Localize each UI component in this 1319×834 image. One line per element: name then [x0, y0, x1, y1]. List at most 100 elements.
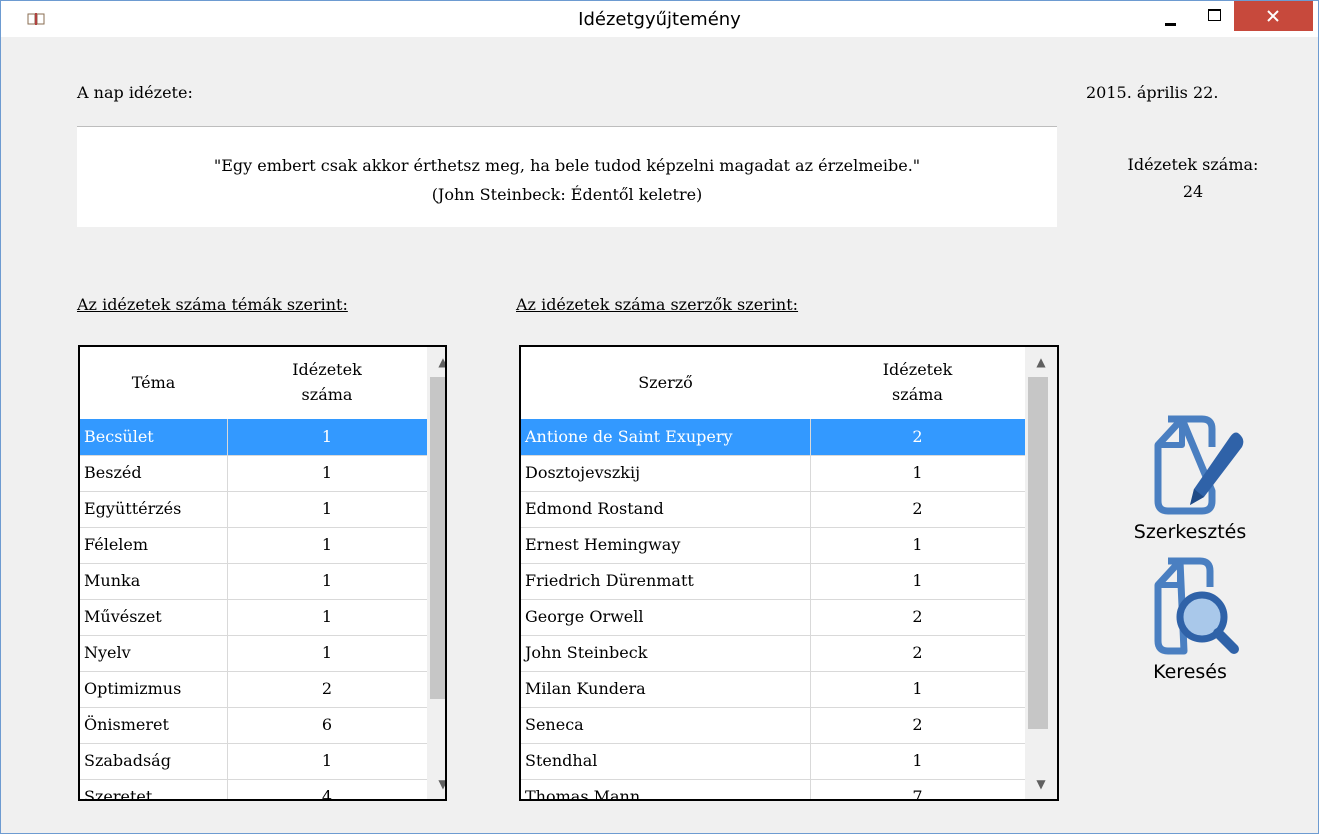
- cell-name: Félelem: [84, 535, 149, 554]
- authors-scroll-up[interactable]: ▲: [1025, 347, 1057, 377]
- main-content: A nap idézete: 2015. április 22. "Egy em…: [9, 37, 1310, 825]
- search-button[interactable]: Keresés: [1102, 557, 1278, 683]
- cell-count: 1: [912, 571, 923, 590]
- cell-count: 1: [912, 463, 923, 482]
- table-row[interactable]: Együttérzés 1: [80, 491, 427, 528]
- search-label: Keresés: [1153, 661, 1227, 683]
- authors-scroll-down[interactable]: ▼: [1025, 769, 1057, 799]
- table-row[interactable]: Seneca 2: [521, 707, 1025, 744]
- cell-name: Becsület: [84, 427, 154, 446]
- table-row[interactable]: George Orwell 2: [521, 599, 1025, 636]
- topics-scroll-thumb[interactable]: [430, 377, 445, 699]
- cell-name: Munka: [84, 571, 141, 590]
- cell-name: Szabadság: [84, 751, 171, 770]
- maximize-button[interactable]: [1194, 1, 1234, 31]
- cell-name: Milan Kundera: [525, 679, 646, 698]
- table-row[interactable]: Szabadság 1: [80, 743, 427, 780]
- close-button[interactable]: [1234, 1, 1313, 31]
- cell-name: Szeretet: [84, 787, 153, 801]
- cell-name: Dosztojevszkij: [525, 463, 641, 482]
- table-row[interactable]: Edmond Rostand 2: [521, 491, 1025, 528]
- title-bar[interactable]: Idézetgyűjtemény: [1, 1, 1318, 37]
- topics-header: Téma Idézetek száma: [80, 347, 427, 417]
- document-magnifier-icon: [1154, 557, 1239, 655]
- table-row[interactable]: John Steinbeck 2: [521, 635, 1025, 672]
- cell-name: George Orwell: [525, 607, 644, 626]
- edit-button[interactable]: Szerkesztés: [1102, 413, 1278, 543]
- topics-scroll-up[interactable]: ▲: [427, 347, 445, 377]
- table-row[interactable]: Önismeret 6: [80, 707, 427, 744]
- topics-col-count[interactable]: Idézetek száma: [227, 347, 427, 417]
- quote-text: "Egy embert csak akkor érthetsz meg, ha …: [213, 156, 921, 175]
- cell-count: 2: [912, 427, 923, 446]
- table-row[interactable]: Művészet 1: [80, 599, 427, 636]
- authors-table[interactable]: Szerző Idézetek száma Antione de Saint E…: [519, 345, 1059, 801]
- table-row[interactable]: Optimizmus 2: [80, 671, 427, 708]
- table-row[interactable]: Munka 1: [80, 563, 427, 600]
- table-row[interactable]: Milan Kundera 1: [521, 671, 1025, 708]
- app-window: Idézetgyűjtemény A nap idézete: 2015. áp…: [0, 0, 1319, 834]
- table-row[interactable]: Stendhal 1: [521, 743, 1025, 780]
- daily-quote-label: A nap idézete:: [77, 83, 193, 102]
- table-row[interactable]: Szeretet 4: [80, 779, 427, 801]
- cell-count: 2: [912, 715, 923, 734]
- cell-name: Nyelv: [84, 643, 131, 662]
- cell-count: 1: [321, 499, 333, 518]
- table-row[interactable]: Becsület 1: [80, 419, 427, 456]
- close-icon: [1267, 10, 1279, 22]
- cell-name: Optimizmus: [84, 679, 182, 698]
- cell-name: Edmond Rostand: [525, 499, 664, 518]
- cell-name: John Steinbeck: [525, 643, 648, 662]
- authors-col-author[interactable]: Szerző: [521, 347, 810, 417]
- cell-name: Művészet: [84, 607, 162, 626]
- quote-count-label: Idézetek száma:: [1127, 155, 1259, 174]
- cell-count: 1: [321, 571, 333, 590]
- authors-col-divider: [810, 419, 811, 799]
- table-row[interactable]: Beszéd 1: [80, 455, 427, 492]
- cell-count: 1: [321, 427, 333, 446]
- table-row[interactable]: Nyelv 1: [80, 635, 427, 672]
- date-label: 2015. április 22.: [1086, 83, 1219, 102]
- authors-scrollbar[interactable]: ▲ ▼: [1025, 347, 1057, 799]
- cell-count: 1: [321, 607, 333, 626]
- topics-table[interactable]: Téma Idézetek száma Becsület 1 Beszéd 1 Együ…: [78, 345, 447, 801]
- authors-caption: Az idézetek száma szerzők szerint:: [516, 295, 799, 314]
- cell-count: 2: [912, 643, 923, 662]
- topics-scroll-down[interactable]: ▼: [427, 769, 445, 799]
- topics-scrollbar[interactable]: ▲ ▼: [427, 347, 445, 799]
- minimize-icon: [1165, 23, 1176, 26]
- cell-count: 1: [321, 643, 333, 662]
- cell-name: Beszéd: [84, 463, 142, 482]
- table-row[interactable]: Dosztojevszkij 1: [521, 455, 1025, 492]
- topics-caption: Az idézetek száma témák szerint:: [77, 295, 348, 314]
- cell-count: 2: [912, 607, 923, 626]
- topics-col-topic[interactable]: Téma: [80, 347, 227, 417]
- table-row[interactable]: Thomas Mann 7: [521, 779, 1025, 801]
- table-row[interactable]: Friedrich Dürenmatt 1: [521, 563, 1025, 600]
- window-title: Idézetgyűjtemény: [578, 9, 741, 30]
- maximize-icon: [1208, 9, 1221, 21]
- minimize-button[interactable]: [1148, 1, 1194, 31]
- table-row[interactable]: Félelem 1: [80, 527, 427, 564]
- cell-name: Thomas Mann: [525, 787, 641, 801]
- quote-source: (John Steinbeck: Édentől keletre): [431, 185, 703, 204]
- cell-count: 1: [912, 751, 923, 770]
- authors-scroll-thumb[interactable]: [1028, 377, 1048, 729]
- cell-name: Antione de Saint Exupery: [525, 427, 733, 446]
- cell-name: Önismeret: [84, 715, 169, 734]
- table-row[interactable]: Ernest Hemingway 1: [521, 527, 1025, 564]
- authors-header: Szerző Idézetek száma: [521, 347, 1025, 417]
- cell-count: 1: [321, 535, 333, 554]
- quote-count-value: 24: [1182, 182, 1204, 201]
- cell-count: 1: [912, 535, 923, 554]
- cell-name: Stendhal: [525, 751, 598, 770]
- authors-col-count[interactable]: Idézetek száma: [810, 347, 1025, 417]
- table-row[interactable]: Antione de Saint Exupery 2: [521, 419, 1025, 456]
- cell-count: 7: [912, 787, 923, 801]
- cell-name: Együttérzés: [84, 499, 182, 518]
- cell-count: 1: [321, 751, 333, 770]
- quote-content: "Egy embert csak akkor érthetsz meg, ha …: [77, 151, 1057, 209]
- cell-count: 1: [912, 679, 923, 698]
- document-pen-icon: [1154, 415, 1244, 515]
- cell-count: 4: [321, 787, 333, 801]
